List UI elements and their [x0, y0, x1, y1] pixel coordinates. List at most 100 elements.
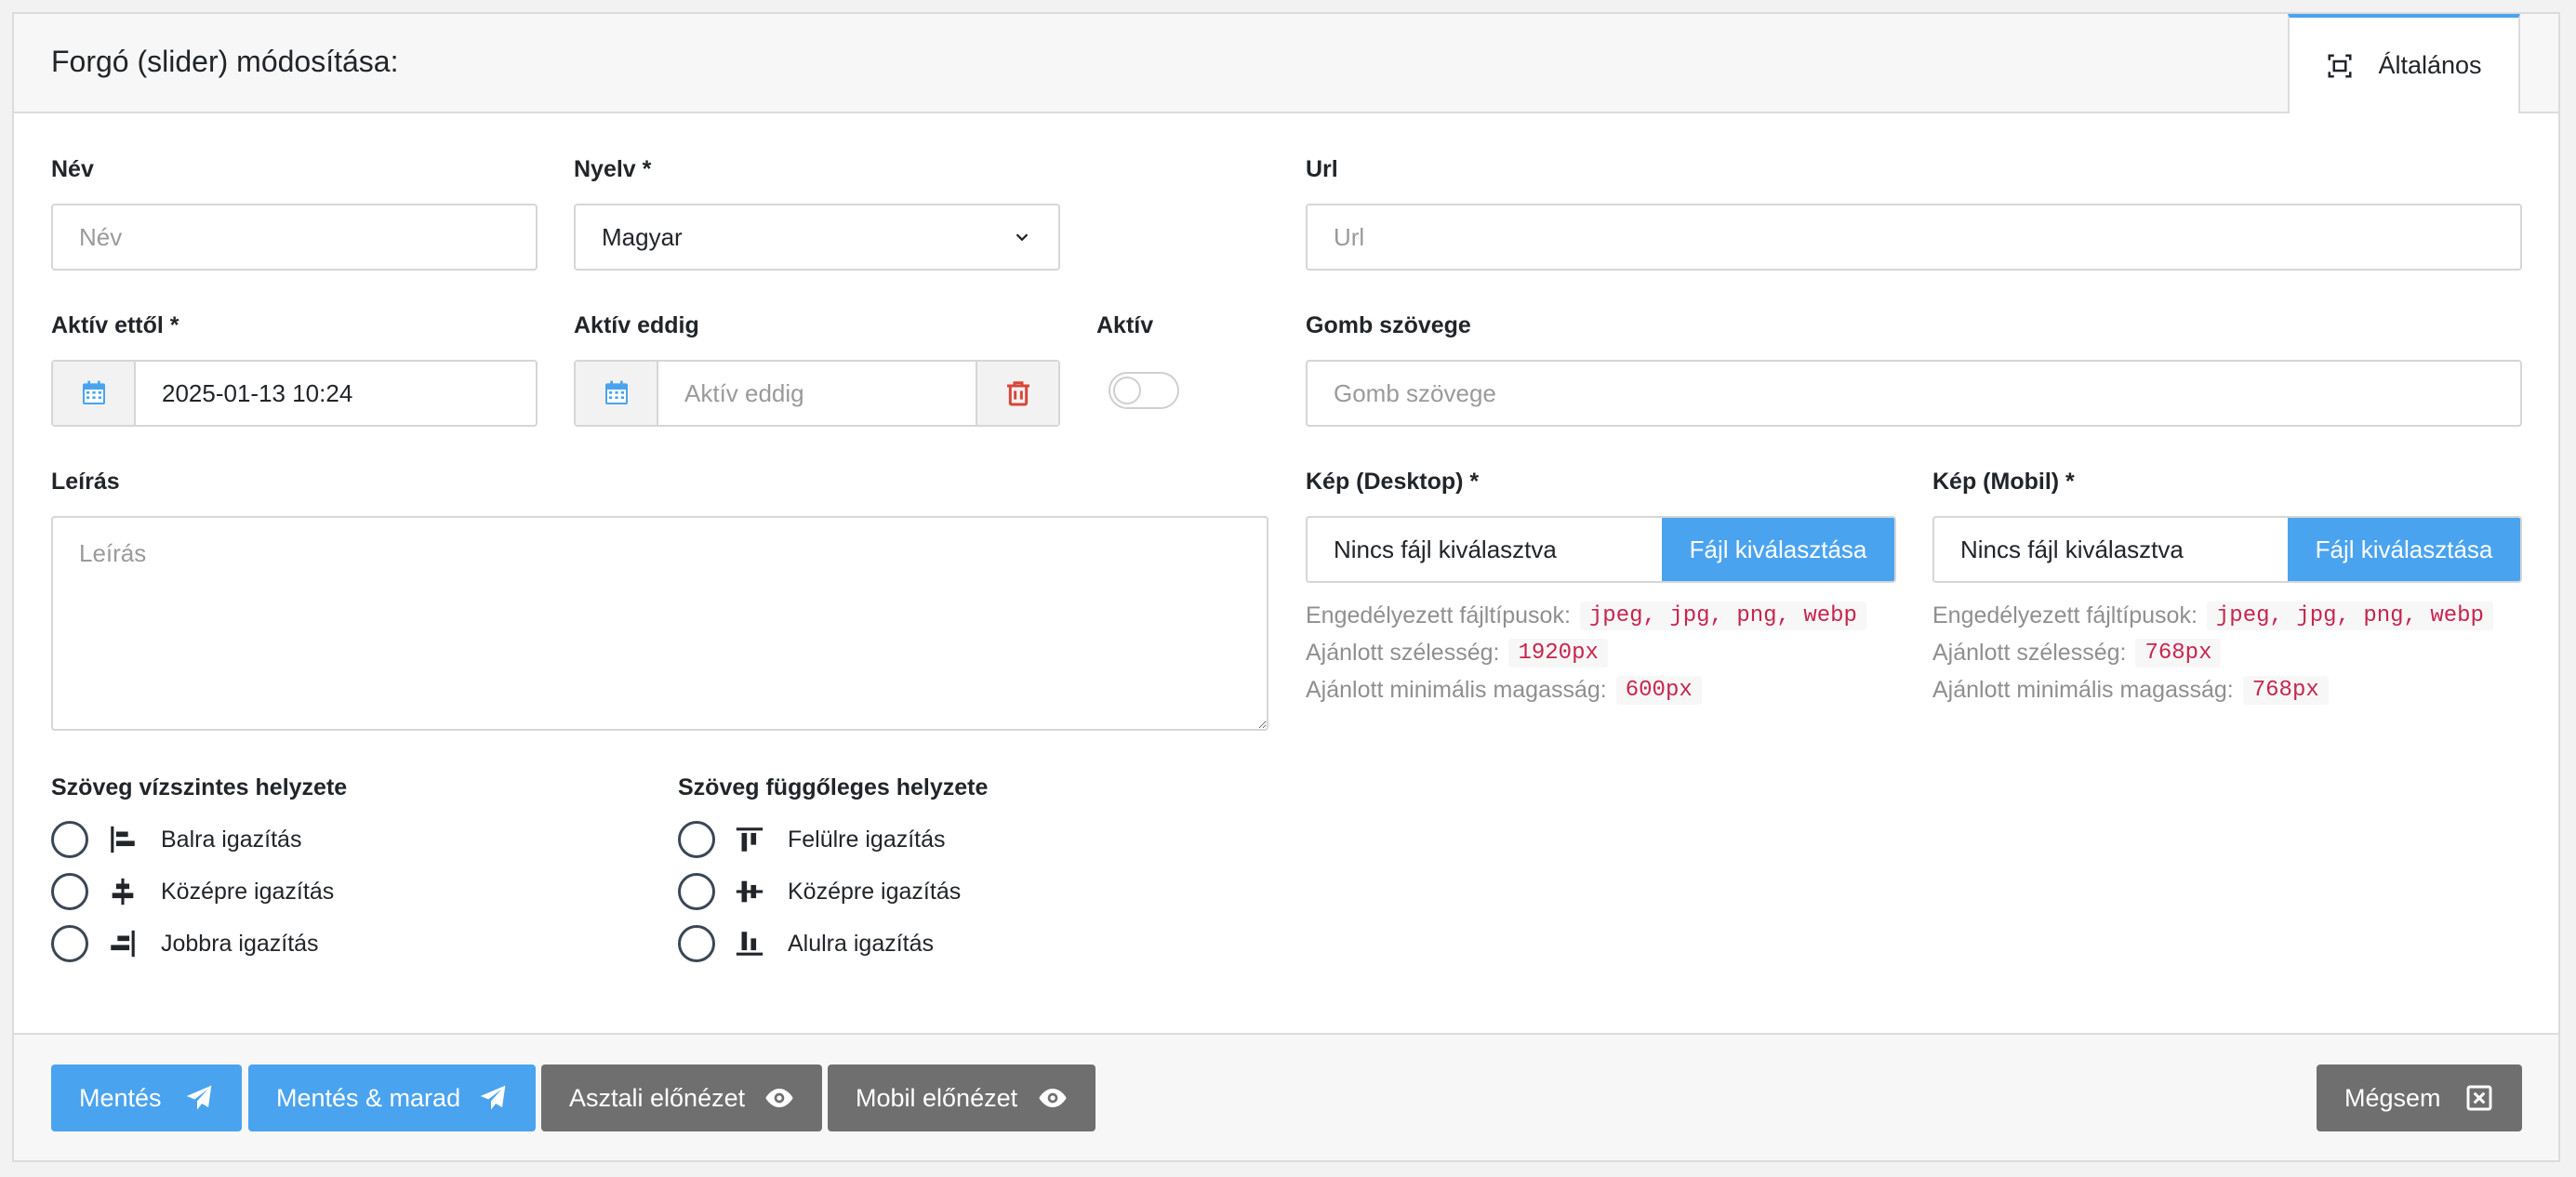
description-label: Leírás [51, 469, 120, 495]
active-from-group [51, 360, 538, 427]
save-and-stay-label: Mentés & marad [276, 1083, 461, 1112]
close-box-icon [2466, 1085, 2492, 1111]
expand-icon [2328, 54, 2352, 77]
radio-label: Balra igazítás [161, 826, 302, 853]
active-from-label: Aktív ettől * [51, 312, 179, 338]
active-from-calendar-button[interactable] [53, 362, 136, 425]
radio-label: Középre igazítás [161, 878, 335, 905]
button-text-input[interactable] [1306, 360, 2522, 427]
recommended-width-value: 1920px [1508, 639, 1608, 668]
active-label: Aktív [1096, 312, 1154, 338]
radio-label: Alulra igazítás [788, 930, 935, 957]
calendar-icon [82, 380, 105, 404]
active-until-calendar-button[interactable] [576, 362, 658, 425]
card-header: Forgó (slider) módosítása: Általános [14, 14, 2558, 113]
h-align-option-left[interactable]: Balra igazítás [51, 821, 301, 858]
calendar-icon [604, 380, 628, 404]
active-until-label: Aktív eddig [574, 312, 699, 338]
image-mobile-file-input[interactable]: Nincs fájl kiválasztva Fájl kiválasztása [1932, 516, 2522, 583]
eye-icon [1039, 1089, 1067, 1107]
button-text-label: Gomb szövege [1306, 312, 1471, 338]
v-align-option-bottom[interactable]: Alulra igazítás [678, 925, 934, 962]
trash-icon [1006, 381, 1029, 406]
image-desktop-allowed: Engedélyezett fájltípusok: jpeg, jpg, pn… [1306, 602, 1866, 630]
image-mobile-height: Ajánlott minimális magasság: 768px [1932, 676, 2329, 705]
language-value: Magyar [602, 222, 683, 251]
allowed-types-value: jpeg, jpg, png, webp [2206, 602, 2493, 630]
radio-label: Középre igazítás [788, 878, 962, 905]
eye-icon [765, 1089, 793, 1107]
image-desktop-label: Kép (Desktop) * [1306, 469, 1480, 495]
language-select[interactable]: Magyar [574, 204, 1060, 271]
radio-button[interactable] [678, 925, 715, 962]
active-toggle[interactable] [1109, 372, 1179, 409]
align-center-icon [112, 878, 134, 906]
align-bottom-icon [736, 932, 764, 956]
recommended-width-label: Ajánlott szélesség: [1932, 640, 2127, 666]
h-align-option-center[interactable]: Középre igazítás [51, 873, 334, 910]
tab-general-label: Általános [2378, 51, 2482, 79]
image-desktop-height: Ajánlott minimális magasság: 600px [1306, 676, 1702, 705]
card-footer: Mentés Mentés & marad Asztali előnézet M… [14, 1033, 2558, 1160]
save-button[interactable]: Mentés [51, 1065, 242, 1131]
radio-button[interactable] [51, 925, 88, 962]
mobile-preview-button[interactable]: Mobil előnézet [828, 1065, 1095, 1131]
radio-label: Jobbra igazítás [161, 930, 319, 957]
radio-button[interactable] [678, 873, 715, 910]
active-until-input[interactable] [658, 362, 976, 425]
image-mobile-choose-button[interactable]: Fájl kiválasztása [2288, 518, 2520, 581]
radio-button[interactable] [678, 821, 715, 858]
image-desktop-choose-button[interactable]: Fájl kiválasztása [1662, 518, 1894, 581]
active-from-input[interactable] [136, 362, 536, 425]
cancel-button-label: Mégsem [2344, 1083, 2441, 1112]
desktop-preview-button[interactable]: Asztali előnézet [541, 1065, 822, 1131]
language-label: Nyelv * [574, 156, 652, 182]
page-title: Forgó (slider) módosítása: [51, 45, 399, 78]
toggle-knob [1113, 377, 1141, 404]
min-height-value: 600px [1615, 676, 1702, 705]
min-height-value: 768px [2242, 676, 2329, 705]
align-right-icon [111, 930, 135, 958]
clear-date-button[interactable] [976, 362, 1058, 425]
v-align-label: Szöveg függőleges helyzete [678, 774, 989, 800]
image-mobile-label: Kép (Mobil) * [1932, 469, 2075, 495]
image-desktop-width: Ajánlott szélesség: 1920px [1306, 639, 1608, 668]
recommended-width-value: 768px [2135, 639, 2222, 668]
align-top-icon [736, 827, 764, 852]
align-middle-icon [736, 880, 764, 903]
chevron-down-icon [1016, 233, 1029, 242]
h-align-option-right[interactable]: Jobbra igazítás [51, 925, 319, 962]
save-and-stay-button[interactable]: Mentés & marad [248, 1065, 536, 1131]
paper-plane-icon [186, 1085, 212, 1110]
paper-plane-icon [480, 1085, 506, 1110]
v-align-option-middle[interactable]: Középre igazítás [678, 873, 961, 910]
radio-label: Felülre igazítás [788, 826, 946, 853]
tab-general[interactable]: Általános [2288, 14, 2520, 113]
slider-edit-card: Forgó (slider) módosítása: Általános Név… [12, 12, 2560, 1162]
image-mobile-allowed: Engedélyezett fájltípusok: jpeg, jpg, pn… [1932, 602, 2493, 630]
align-left-icon [111, 826, 135, 853]
min-height-label: Ajánlott minimális magasság: [1306, 677, 1607, 703]
radio-button[interactable] [51, 821, 88, 858]
active-until-group [574, 360, 1060, 427]
desktop-preview-label: Asztali előnézet [569, 1083, 746, 1112]
url-label: Url [1306, 156, 1338, 182]
allowed-types-value: jpeg, jpg, png, webp [1579, 602, 1866, 630]
mobile-preview-label: Mobil előnézet [856, 1083, 1018, 1112]
allowed-types-label: Engedélyezett fájltípusok: [1306, 602, 1571, 628]
description-textarea[interactable] [51, 516, 1268, 731]
name-label: Név [51, 156, 94, 182]
h-align-label: Szöveg vízszintes helyzete [51, 774, 348, 800]
url-input[interactable] [1306, 204, 2522, 271]
radio-button[interactable] [51, 873, 88, 910]
image-desktop-file-text: Nincs fájl kiválasztva [1334, 535, 1557, 563]
image-mobile-width: Ajánlott szélesség: 768px [1932, 639, 2222, 668]
save-button-label: Mentés [79, 1083, 162, 1112]
cancel-button[interactable]: Mégsem [2317, 1065, 2522, 1131]
name-input[interactable] [51, 204, 538, 271]
min-height-label: Ajánlott minimális magasság: [1932, 677, 2234, 703]
recommended-width-label: Ajánlott szélesség: [1306, 640, 1500, 666]
image-mobile-file-text: Nincs fájl kiválasztva [1960, 535, 2184, 563]
image-desktop-file-input[interactable]: Nincs fájl kiválasztva Fájl kiválasztása [1306, 516, 1896, 583]
v-align-option-top[interactable]: Felülre igazítás [678, 821, 946, 858]
